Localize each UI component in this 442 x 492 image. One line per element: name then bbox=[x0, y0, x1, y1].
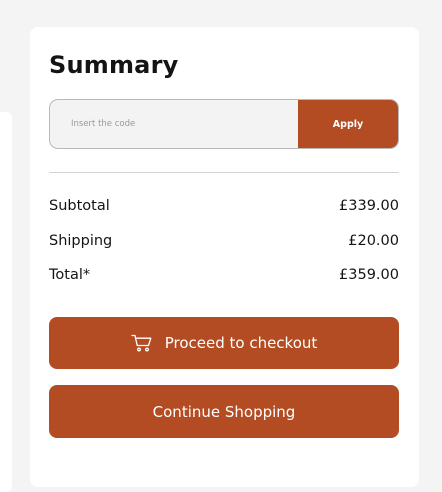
continue-shopping-button[interactable]: Continue Shopping bbox=[49, 385, 399, 438]
divider bbox=[49, 172, 399, 173]
checkout-label: Proceed to checkout bbox=[164, 334, 318, 352]
shipping-label: Shipping bbox=[49, 233, 113, 249]
summary-title: Summary bbox=[49, 51, 179, 79]
apply-button[interactable]: Apply bbox=[298, 100, 398, 148]
subtotal-row: Subtotal £339.00 bbox=[49, 198, 399, 214]
subtotal-label: Subtotal bbox=[49, 198, 110, 214]
total-label: Total* bbox=[49, 267, 91, 283]
promo-code-group: Apply bbox=[49, 99, 399, 149]
proceed-to-checkout-button[interactable]: Proceed to checkout bbox=[49, 317, 399, 369]
total-value: £359.00 bbox=[339, 267, 399, 283]
left-panel-edge bbox=[0, 112, 12, 492]
summary-card: Summary Apply Subtotal £339.00 Shipping … bbox=[30, 27, 419, 487]
total-row: Total* £359.00 bbox=[49, 267, 399, 283]
subtotal-value: £339.00 bbox=[339, 198, 399, 214]
cart-icon bbox=[131, 334, 153, 352]
shipping-value: £20.00 bbox=[348, 233, 399, 249]
promo-code-input[interactable] bbox=[50, 100, 298, 148]
shipping-row: Shipping £20.00 bbox=[49, 233, 399, 249]
